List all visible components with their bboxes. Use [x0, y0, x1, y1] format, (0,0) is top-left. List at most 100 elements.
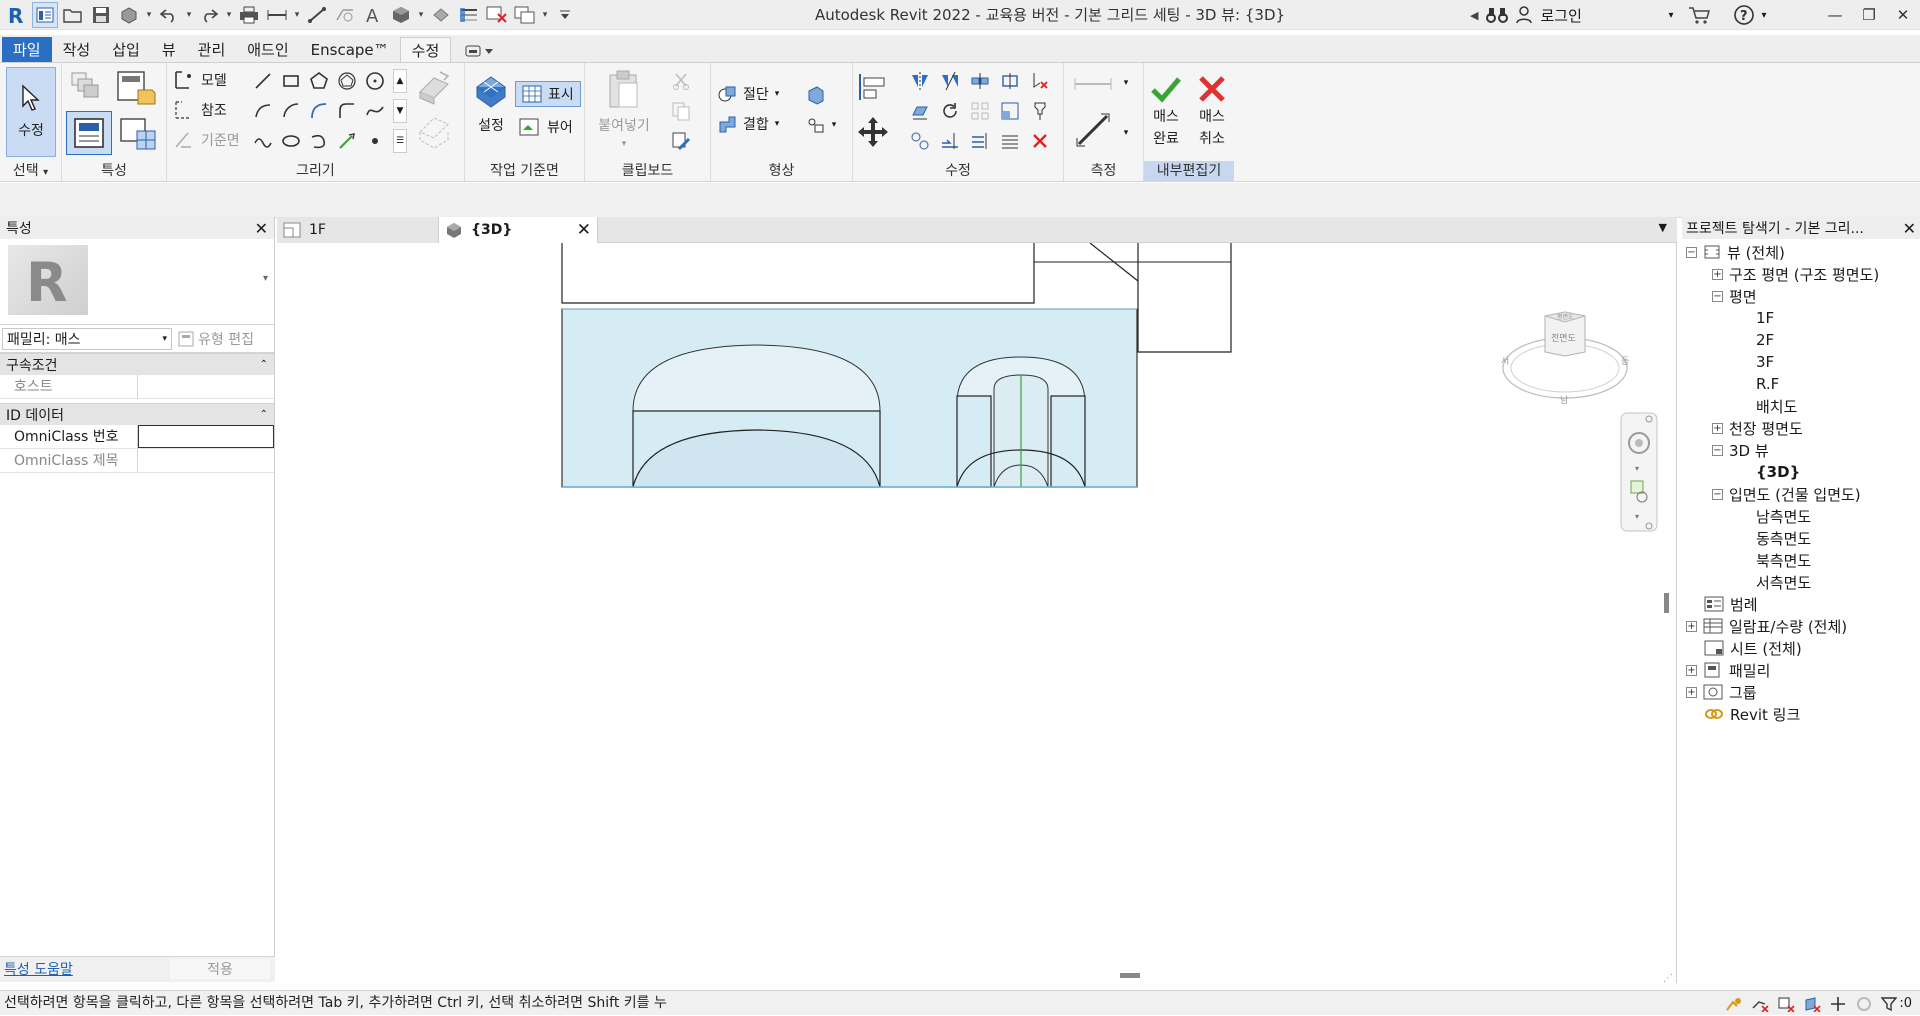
tree-node[interactable]: + 천장 평면도	[1712, 417, 1803, 439]
show-work-plane-button[interactable]: 표시	[515, 81, 581, 107]
identity-data-section-header[interactable]: ID 데이터 ⌃	[0, 403, 274, 425]
sync-dropdown-icon[interactable]: ▾	[144, 2, 154, 28]
join-geometry-button[interactable]: 결합 ▾	[717, 113, 779, 135]
draw-gallery-scroll-up-icon[interactable]: ▲	[393, 69, 407, 93]
cut-icon[interactable]	[669, 69, 693, 93]
undo-dropdown-icon[interactable]: ▾	[184, 2, 194, 28]
delete-icon[interactable]	[1027, 129, 1053, 153]
tree-node[interactable]: 북측면도	[1756, 549, 1811, 571]
trim-extend-multiple-icon[interactable]	[967, 129, 993, 153]
tree-node[interactable]: − 3D 뷰	[1712, 439, 1769, 461]
select-panel-label[interactable]: 선택 ▾	[0, 161, 61, 181]
rotate-icon[interactable]	[937, 99, 963, 123]
expand-node-icon[interactable]: +	[1712, 268, 1723, 280]
tab-enscape[interactable]: Enscape™	[300, 37, 400, 63]
help-icon[interactable]: ?	[1733, 5, 1754, 25]
minimize-icon[interactable]: —	[1818, 0, 1852, 30]
draw-fillet-arc-icon[interactable]	[335, 99, 359, 123]
draw-circle-icon[interactable]	[363, 69, 387, 93]
3d-model-canvas[interactable]: 평면도 전면도 서 동 남 ▾ ▾ ⋰	[277, 243, 1677, 983]
tab-addins[interactable]: 애드인	[236, 37, 299, 63]
properties-close-icon[interactable]: ✕	[255, 219, 268, 238]
tree-node[interactable]: + 구조 평면 (구조 평면도)	[1712, 263, 1879, 285]
tree-node[interactable]: − 평면	[1712, 285, 1757, 307]
tree-node[interactable]: 3F	[1756, 351, 1774, 373]
omniclass-number-field[interactable]	[138, 425, 274, 448]
set-work-plane-button[interactable]: 설정	[469, 67, 513, 141]
vertical-scroll-handle[interactable]	[1664, 593, 1669, 613]
draw-spline-icon[interactable]	[363, 99, 387, 123]
viewcube[interactable]: 평면도 전면도 서 동 남	[1501, 311, 1629, 406]
draw-center-arc-icon[interactable]	[279, 99, 303, 123]
split-face-icon[interactable]	[803, 83, 829, 107]
tab-create[interactable]: 작성	[52, 37, 102, 63]
expand-node-icon[interactable]: +	[1686, 664, 1697, 676]
collapse-node-icon[interactable]: −	[1712, 488, 1723, 500]
view-tab-3d[interactable]: {3D} ✕	[438, 217, 598, 243]
close-hidden-windows-icon[interactable]	[484, 2, 510, 28]
switch-windows-icon[interactable]	[512, 2, 538, 28]
view-tabs-dropdown-icon[interactable]: ▼	[1659, 221, 1667, 234]
aligned-dimension-button-icon[interactable]	[1068, 107, 1118, 153]
pin-icon[interactable]	[1027, 99, 1053, 123]
draw-rectangle-icon[interactable]	[279, 69, 303, 93]
family-filter-select[interactable]: 패밀리: 매스 ▾	[2, 327, 172, 350]
cut-dropdown-icon[interactable]: ▾	[775, 89, 780, 99]
draw-start-end-arc-icon[interactable]	[251, 99, 275, 123]
revit-logo-icon[interactable]: R	[4, 2, 30, 28]
expand-node-icon[interactable]: +	[1686, 686, 1697, 698]
filter-icon[interactable]: :0	[1881, 996, 1912, 1012]
collapse-node-icon[interactable]: −	[1712, 290, 1723, 302]
collapse-node-icon[interactable]: −	[1712, 444, 1723, 456]
copy-modify-icon[interactable]	[907, 99, 933, 123]
help-dropdown-icon[interactable]: ▾	[1762, 10, 1767, 21]
paint-dropdown-icon[interactable]: ▾	[829, 115, 839, 135]
constraints-section-header[interactable]: 구속조건 ⌃	[0, 353, 274, 375]
binoculars-icon[interactable]	[1486, 6, 1509, 24]
tree-node[interactable]: Revit 링크	[1704, 703, 1800, 725]
3d-view-icon[interactable]	[388, 2, 414, 28]
measure-icon[interactable]	[264, 2, 290, 28]
login-dropdown-icon[interactable]: ▾	[1668, 10, 1673, 21]
text-icon[interactable]: A	[360, 2, 386, 28]
tab-insert[interactable]: 삽입	[101, 37, 151, 63]
switch-windows-dropdown-icon[interactable]: ▾	[540, 2, 550, 28]
aligned-dimension-dropdown-icon[interactable]: ▾	[1120, 123, 1132, 143]
select-by-face-icon[interactable]	[1803, 996, 1821, 1012]
split-icon[interactable]	[967, 69, 993, 93]
tab-manage[interactable]: 관리	[187, 37, 237, 63]
cart-icon[interactable]	[1688, 6, 1710, 24]
modify-button[interactable]: 수정	[6, 67, 56, 157]
reference-line-button[interactable]: 참조	[173, 99, 227, 121]
draw-pick-lines-icon[interactable]	[307, 129, 331, 153]
collapse-arrow-icon[interactable]: ◀	[1470, 9, 1478, 22]
project-browser-close-icon[interactable]: ✕	[1903, 219, 1916, 238]
array-icon[interactable]	[967, 99, 993, 123]
viewer-button[interactable]: 뷰어	[519, 115, 573, 139]
home-icon[interactable]	[32, 2, 58, 28]
copy-icon[interactable]	[669, 99, 693, 123]
view-tab-1f[interactable]: 1F	[277, 217, 437, 243]
tree-node[interactable]: 시트 (전체)	[1704, 637, 1802, 659]
tab-modify[interactable]: 수정	[399, 37, 452, 63]
draw-partial-ellipse-icon[interactable]	[279, 129, 303, 153]
cancel-mass-button[interactable]: 매스 취소	[1190, 67, 1234, 155]
close-view-tab-icon[interactable]: ✕	[577, 220, 591, 240]
edit-family-icon[interactable]	[116, 113, 160, 153]
tree-node[interactable]: 범례	[1704, 593, 1758, 615]
print-icon[interactable]	[236, 2, 262, 28]
open-icon[interactable]	[60, 2, 86, 28]
paint-icon[interactable]	[803, 113, 829, 137]
tree-node[interactable]: 배치도	[1756, 395, 1797, 417]
properties-help-link[interactable]: 특성 도움말	[4, 959, 73, 979]
apply-button[interactable]: 적용	[170, 959, 270, 979]
tree-node[interactable]: + 그룹	[1686, 681, 1757, 703]
ribbon-minimize-toggle[interactable]	[451, 37, 509, 63]
tree-node[interactable]: + 일람표/수량 (전체)	[1686, 615, 1847, 637]
collapse-node-icon[interactable]: −	[1686, 246, 1697, 258]
section-icon[interactable]	[428, 2, 454, 28]
tree-node[interactable]: 1F	[1756, 307, 1774, 329]
tree-node[interactable]: 동측면도	[1756, 527, 1811, 549]
mirror-draw-axis-icon[interactable]	[937, 69, 963, 93]
tag-icon[interactable]	[332, 2, 358, 28]
